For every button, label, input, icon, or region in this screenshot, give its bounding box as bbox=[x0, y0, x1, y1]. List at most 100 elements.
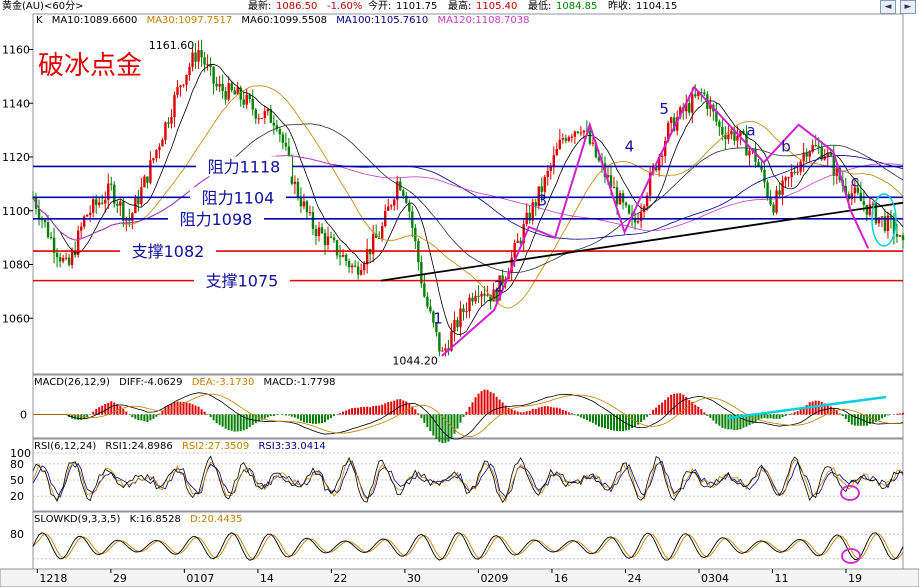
rsi1-line bbox=[32, 455, 904, 504]
candle-body bbox=[245, 94, 248, 105]
y-tick-label-5: 1060 bbox=[2, 312, 30, 325]
candle-body bbox=[531, 202, 534, 221]
candle-body bbox=[582, 130, 586, 133]
candle-body bbox=[612, 187, 616, 189]
candle-body bbox=[727, 134, 730, 140]
candle-body bbox=[341, 254, 345, 257]
support-label-1: 支撑1075 bbox=[206, 272, 279, 291]
candle-body bbox=[58, 257, 62, 262]
candle-body bbox=[688, 102, 691, 113]
candle-body bbox=[438, 332, 441, 352]
candle-body bbox=[104, 199, 107, 204]
candle-body bbox=[49, 237, 53, 239]
candle-body bbox=[670, 117, 673, 123]
y-tick-label-0: 1160 bbox=[2, 44, 30, 57]
candle-body bbox=[721, 126, 724, 135]
candle-body bbox=[155, 150, 158, 159]
candle-body bbox=[263, 111, 266, 118]
candle-body bbox=[302, 201, 306, 207]
candle-body bbox=[272, 122, 276, 126]
candle-body bbox=[615, 187, 619, 205]
candle-body bbox=[37, 209, 41, 220]
candle-body bbox=[552, 155, 555, 167]
candle-body bbox=[233, 90, 236, 95]
candle-body bbox=[748, 150, 751, 156]
candle-body bbox=[167, 122, 170, 124]
candle-body bbox=[326, 236, 330, 245]
candle-body bbox=[444, 348, 447, 351]
candle-body bbox=[486, 294, 489, 296]
candle-body bbox=[573, 131, 577, 137]
candle-body bbox=[299, 197, 303, 207]
x-tick-label-10: 11 bbox=[775, 572, 789, 585]
candle-body bbox=[332, 237, 336, 241]
candle-body bbox=[329, 236, 333, 238]
candle-body bbox=[61, 257, 65, 262]
chart-canvas[interactable]: 116011401120110010801060破冰点金阻力1118阻力1104… bbox=[0, 0, 919, 587]
x-tick-label-2: 0107 bbox=[186, 572, 214, 585]
price-label-1: 1044.20 bbox=[392, 355, 438, 368]
candle-body bbox=[43, 219, 47, 223]
candle-body bbox=[158, 146, 161, 151]
resistance-label-1: 阻力1104 bbox=[202, 188, 275, 207]
candle-body bbox=[215, 83, 218, 87]
candle-body bbox=[787, 177, 790, 179]
candle-body bbox=[775, 190, 778, 213]
candle-body bbox=[230, 83, 233, 91]
candle-body bbox=[323, 233, 327, 245]
candle-body bbox=[356, 266, 360, 275]
candle-body bbox=[242, 99, 245, 105]
candle-body bbox=[763, 169, 766, 183]
candle-body bbox=[462, 308, 465, 313]
candle-body bbox=[182, 84, 185, 86]
candle-body bbox=[453, 319, 456, 332]
candle-body bbox=[224, 91, 227, 100]
candle-body bbox=[381, 226, 384, 239]
candle-body bbox=[314, 228, 318, 236]
rsi-tick-label-1: 80 bbox=[10, 458, 24, 471]
candle-body bbox=[814, 144, 817, 147]
candle-body bbox=[92, 199, 95, 213]
wave-label-5: a bbox=[746, 122, 755, 140]
x-tick-label-7: 16 bbox=[554, 572, 568, 585]
candle-body bbox=[197, 50, 200, 62]
candle-body bbox=[567, 137, 571, 141]
kd-tick-label-0: 80 bbox=[10, 528, 24, 541]
candle-body bbox=[257, 118, 260, 120]
candle-body bbox=[140, 187, 143, 205]
wave-label-4: 5 bbox=[659, 100, 669, 118]
candle-body bbox=[555, 149, 559, 156]
y-tick-label-2: 1120 bbox=[2, 151, 30, 164]
y-tick-label-3: 1100 bbox=[2, 205, 30, 218]
candle-body bbox=[101, 202, 104, 204]
candle-body bbox=[691, 94, 694, 113]
candle-body bbox=[359, 270, 363, 275]
candle-body bbox=[543, 176, 546, 192]
candle-body bbox=[564, 138, 568, 141]
candle-body bbox=[287, 146, 291, 157]
candle-body bbox=[46, 222, 50, 238]
candle-body bbox=[480, 293, 483, 297]
candle-body bbox=[865, 204, 869, 215]
candle-body bbox=[546, 171, 549, 177]
candle-body bbox=[886, 215, 890, 231]
candle-body bbox=[483, 293, 486, 296]
candle-body bbox=[278, 129, 282, 135]
candle-body bbox=[591, 142, 595, 144]
candle-body bbox=[534, 202, 537, 207]
candle-body bbox=[456, 319, 459, 328]
resistance-label-0: 阻力1118 bbox=[208, 157, 281, 176]
candle-body bbox=[426, 296, 429, 307]
candle-body bbox=[347, 261, 351, 268]
candle-body bbox=[390, 205, 393, 207]
candle-body bbox=[627, 205, 631, 214]
candle-body bbox=[414, 227, 417, 242]
candle-body bbox=[660, 155, 664, 157]
candle-body bbox=[411, 211, 414, 228]
candle-body bbox=[402, 190, 405, 196]
candle-body bbox=[152, 158, 155, 161]
candle-body bbox=[185, 75, 188, 85]
candle-body bbox=[149, 160, 152, 183]
rsi-tick-label-3: 20 bbox=[10, 490, 24, 503]
candle-body bbox=[459, 308, 462, 328]
